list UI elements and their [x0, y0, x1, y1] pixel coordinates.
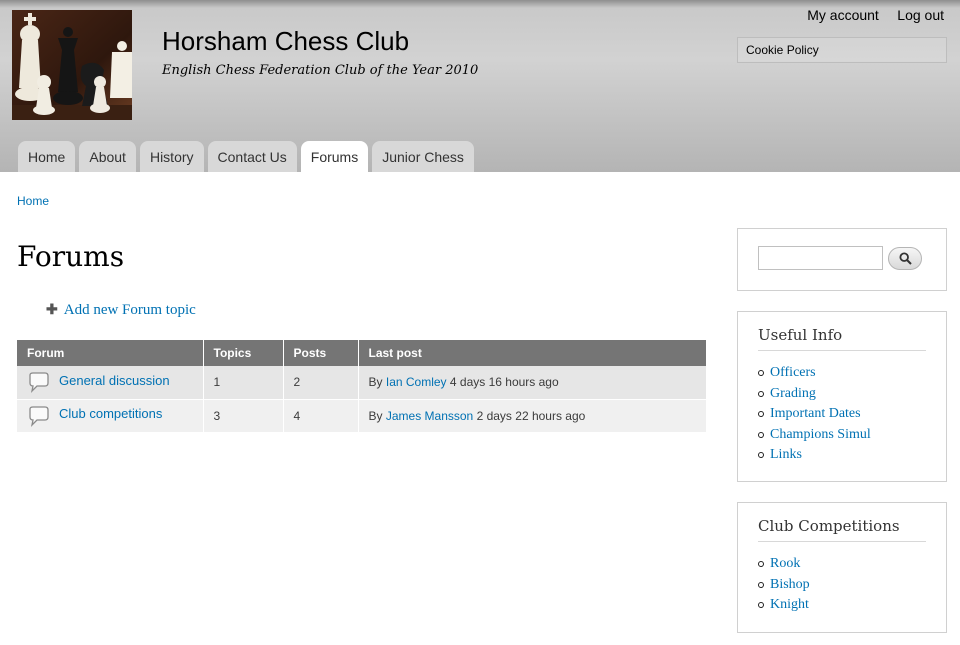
list-item: Officers: [758, 363, 926, 384]
forum-link-club-competitions[interactable]: Club competitions: [59, 406, 162, 421]
tab-home[interactable]: Home: [18, 141, 76, 172]
last-post-by: By: [368, 375, 383, 390]
list-item: Bishop: [758, 575, 926, 596]
table-row: General discussion 1 2 By Ian Comley 4 d…: [17, 366, 706, 400]
bullet-icon: [758, 431, 764, 438]
club-competitions-block: Club Competitions Rook Bishop Knight: [737, 502, 947, 633]
table-header-row: Forum Topics Posts Last post: [17, 340, 706, 366]
forum-bubble-icon: [29, 372, 49, 394]
forum-cell: General discussion: [17, 366, 203, 400]
tab-about[interactable]: About: [79, 141, 136, 172]
tab-history[interactable]: History: [139, 141, 204, 172]
bullet-icon: [758, 452, 764, 459]
forum-table: Forum Topics Posts Last post General dis…: [17, 340, 706, 433]
column-header-topics: Topics: [202, 340, 283, 366]
site-name[interactable]: Horsham Chess Club: [162, 26, 409, 57]
tab-junior-chess[interactable]: Junior Chess: [372, 141, 474, 172]
list-item: Knight: [758, 595, 926, 616]
club-competitions-list: Rook Bishop Knight: [758, 554, 926, 616]
bullet-icon: [758, 370, 764, 377]
champions-simul-link[interactable]: Champions Simul: [770, 425, 871, 446]
topics-count: 1: [202, 366, 283, 400]
last-post-cell: By Ian Comley 4 days 16 hours ago: [357, 366, 706, 400]
list-item: Important Dates: [758, 404, 926, 425]
search-icon: [898, 252, 912, 265]
forum-link-general-discussion[interactable]: General discussion: [59, 373, 170, 388]
list-item: Rook: [758, 554, 926, 575]
grading-link[interactable]: Grading: [770, 384, 816, 405]
add-forum-topic: ✚ Add new Forum topic: [46, 302, 196, 319]
breadcrumb-home-link[interactable]: Home: [17, 194, 49, 208]
tab-contact-us[interactable]: Contact Us: [207, 141, 297, 172]
useful-info-list: Officers Grading Important Dates Champio…: [758, 363, 926, 466]
forum-cell: Club competitions: [17, 399, 203, 433]
useful-info-block: Useful Info Officers Grading Important D…: [737, 311, 947, 482]
column-header-posts: Posts: [282, 340, 358, 366]
plus-icon: ✚: [46, 303, 58, 318]
secondary-menu: My account Log out: [793, 7, 944, 24]
forum-bubble-icon: [29, 405, 49, 427]
useful-info-title: Useful Info: [758, 312, 926, 351]
last-post-time: 2 days 22 hours ago: [476, 408, 586, 423]
last-post-time: 4 days 16 hours ago: [449, 375, 559, 390]
list-item: Champions Simul: [758, 425, 926, 446]
search-button[interactable]: [888, 247, 922, 270]
chess-pieces-icon: [12, 10, 132, 120]
table-row: Club competitions 3 4 By James Mansson 2…: [17, 399, 706, 433]
knight-link[interactable]: Knight: [770, 595, 809, 616]
cookie-policy-link[interactable]: Cookie Policy: [737, 37, 947, 63]
tab-forums[interactable]: Forums: [300, 141, 369, 172]
list-item: Links: [758, 445, 926, 466]
search-block: [737, 228, 947, 291]
add-forum-topic-link[interactable]: Add new Forum topic: [64, 302, 196, 319]
main-menu: Home About History Contact Us Forums Jun…: [18, 141, 478, 172]
bishop-link[interactable]: Bishop: [770, 575, 810, 596]
search-input[interactable]: [758, 246, 883, 270]
last-post-by: By: [368, 408, 383, 423]
breadcrumb: Home: [17, 194, 49, 208]
club-competitions-title: Club Competitions: [758, 503, 926, 542]
my-account-link[interactable]: My account: [807, 7, 879, 23]
log-out-link[interactable]: Log out: [897, 7, 944, 23]
links-link[interactable]: Links: [770, 445, 802, 466]
column-header-forum: Forum: [17, 340, 203, 366]
last-post-cell: By James Mansson 2 days 22 hours ago: [357, 399, 706, 433]
column-header-last-post: Last post: [357, 340, 706, 366]
bullet-icon: [758, 411, 764, 418]
bullet-icon: [758, 581, 764, 588]
bullet-icon: [758, 390, 764, 397]
page-title: Forums: [17, 240, 125, 273]
site-header: Horsham Chess Club English Chess Federat…: [0, 0, 960, 172]
bullet-icon: [758, 561, 764, 568]
officers-link[interactable]: Officers: [770, 363, 816, 384]
last-post-author-link[interactable]: James Mansson: [386, 409, 473, 423]
important-dates-link[interactable]: Important Dates: [770, 404, 861, 425]
last-post-author-link[interactable]: Ian Comley: [386, 375, 447, 389]
posts-count: 4: [282, 399, 358, 433]
site-slogan: English Chess Federation Club of the Yea…: [162, 63, 479, 78]
list-item: Grading: [758, 384, 926, 405]
bullet-icon: [758, 602, 764, 609]
rook-link[interactable]: Rook: [770, 554, 800, 575]
topics-count: 3: [202, 399, 283, 433]
posts-count: 2: [282, 366, 358, 400]
site-logo[interactable]: [12, 10, 132, 120]
